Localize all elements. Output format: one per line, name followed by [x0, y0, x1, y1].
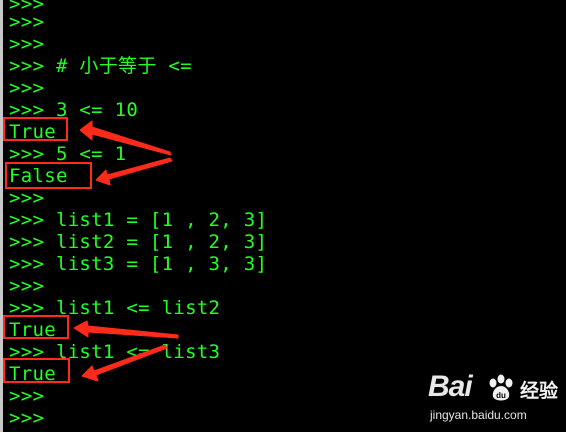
- watermark-brand: 经验: [520, 380, 559, 402]
- python-console[interactable]: >>> >>> >>> >>> # 小于等于 <= >>> >>> 3 <= 1…: [0, 0, 566, 432]
- watermark-logo: Bai: [428, 370, 473, 403]
- arrow-icon: [95, 157, 173, 186]
- paw-icon: du: [489, 374, 513, 401]
- arrow-icon: [81, 344, 168, 382]
- watermark-url: jingyan.baidu.com: [430, 408, 527, 422]
- svg-text:du: du: [496, 391, 506, 400]
- watermark: Bai du 经验 jingyan.baidu.com: [428, 370, 558, 426]
- arrow-icon: [73, 320, 179, 339]
- arrow-icon: [79, 120, 172, 156]
- annotation-arrows: [73, 120, 179, 382]
